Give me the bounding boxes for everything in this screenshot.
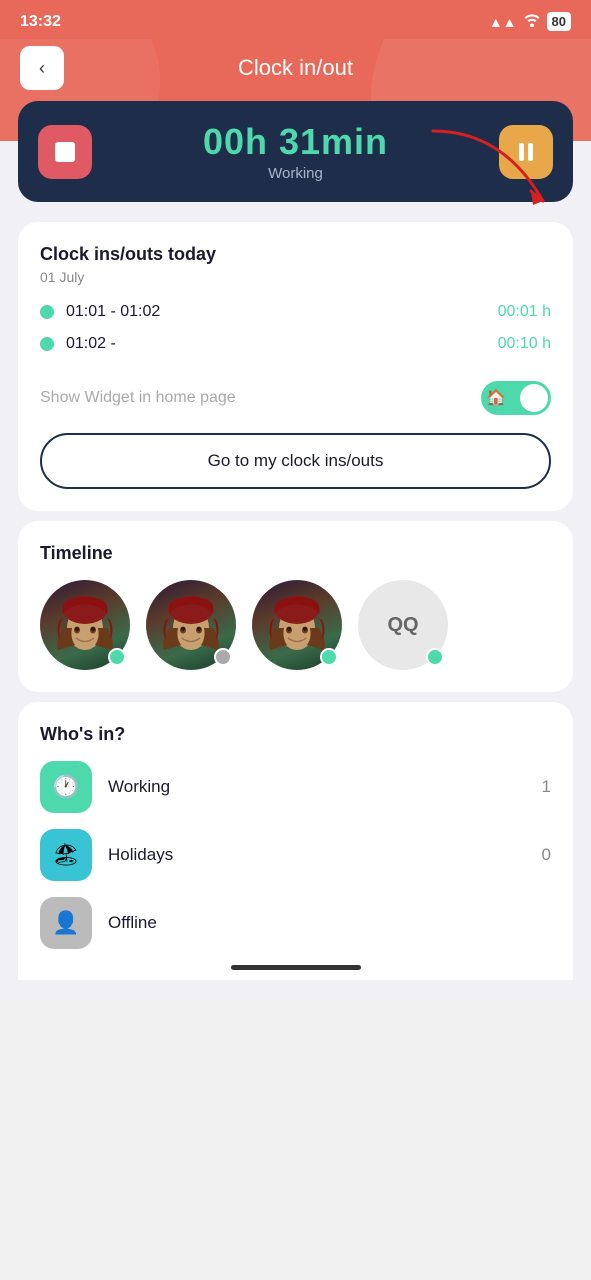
timer-card: 00h 31min Working [18, 101, 573, 202]
timeline-section: Timeline [18, 521, 573, 692]
avatar-status-green [108, 648, 126, 666]
whos-in-offline[interactable]: 👤 Offline [40, 897, 551, 949]
section-title: Clock ins/outs today [40, 244, 551, 265]
timeline-avatar-4[interactable]: QQ [358, 580, 448, 670]
status-dot [40, 337, 54, 351]
working-icon: 🕐 [40, 761, 92, 813]
avatar-status-green [320, 648, 338, 666]
holidays-count: 0 [542, 845, 551, 865]
working-label: Working [108, 777, 526, 797]
timeline-avatar-3[interactable] [252, 580, 342, 670]
working-count: 1 [542, 777, 551, 797]
section-date: 01 July [40, 269, 551, 285]
widget-row: Show Widget in home page 🏠 [40, 371, 551, 415]
holidays-label: Holidays [108, 845, 526, 865]
page-title: Clock in/out [238, 55, 353, 81]
timer-label: Working [203, 165, 388, 182]
goto-label: Go to my clock ins/outs [208, 451, 384, 471]
avatar-status-green [426, 648, 444, 666]
stop-button[interactable] [38, 125, 92, 179]
timeline-avatars: QQ [40, 580, 551, 670]
clock-section: Clock ins/outs today 01 July 01:01 - 01:… [18, 222, 573, 511]
clock-time-2: 01:02 - [66, 335, 116, 353]
goto-clock-button[interactable]: Go to my clock ins/outs [40, 433, 551, 489]
pause-icon [519, 143, 533, 161]
clock-entry-2: 01:02 - 00:10 h [40, 335, 551, 353]
home-icon: 🏠 [486, 388, 506, 408]
timeline-avatar-1[interactable] [40, 580, 130, 670]
clock-duration-2: 00:10 h [498, 335, 551, 353]
holidays-icon: 🏖 [40, 829, 92, 881]
whos-in-section: Who's in? 🕐 Working 1 🏖 Holidays 0 👤 Off… [18, 702, 573, 980]
clock-duration-1: 00:01 h [498, 303, 551, 321]
widget-toggle[interactable]: 🏠 [481, 381, 551, 415]
time-display: 13:32 [20, 13, 61, 31]
timer-info: 00h 31min Working [203, 121, 388, 182]
signal-icon: ▲▲ [489, 14, 517, 30]
toggle-thumb [520, 384, 548, 412]
avatar-status-gray [214, 648, 232, 666]
whos-in-working[interactable]: 🕐 Working 1 [40, 761, 551, 813]
back-button[interactable]: ‹ [20, 46, 64, 90]
pause-button[interactable] [499, 125, 553, 179]
offline-label: Offline [108, 913, 535, 933]
main-content: 00h 31min Working Clock ins/outs today 0… [0, 111, 591, 1000]
offline-icon: 👤 [40, 897, 92, 949]
whos-in-holidays[interactable]: 🏖 Holidays 0 [40, 829, 551, 881]
home-indicator [231, 965, 361, 970]
timer-display: 00h 31min [203, 121, 388, 163]
status-dot [40, 305, 54, 319]
timeline-title: Timeline [40, 543, 551, 564]
status-right: ▲▲ 80 [489, 12, 571, 31]
wifi-icon [523, 13, 541, 30]
status-bar: 13:32 ▲▲ 80 [0, 0, 591, 39]
stop-icon [55, 142, 75, 162]
back-icon: ‹ [39, 58, 45, 79]
widget-label: Show Widget in home page [40, 389, 236, 407]
clock-time-1: 01:01 - 01:02 [66, 303, 160, 321]
clock-entry-1: 01:01 - 01:02 00:01 h [40, 303, 551, 321]
whos-in-title: Who's in? [40, 724, 551, 745]
battery-icon: 80 [547, 12, 571, 31]
timeline-avatar-2[interactable] [146, 580, 236, 670]
